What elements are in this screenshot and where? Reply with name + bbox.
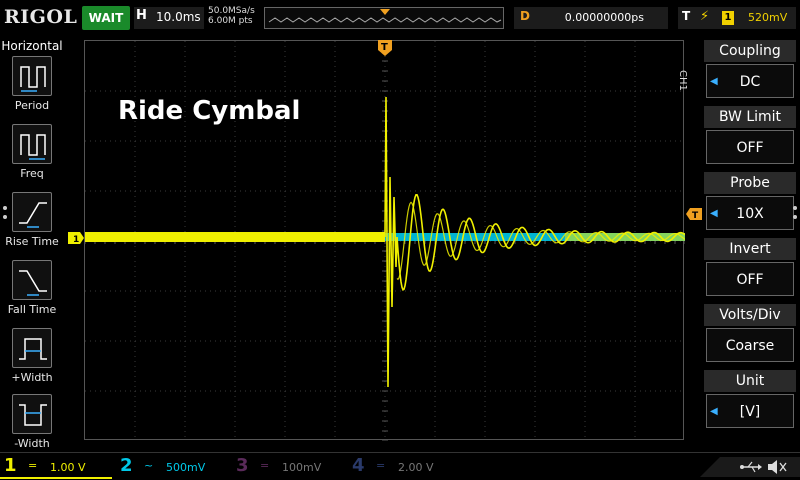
menu-unit-label: Unit [704, 370, 796, 392]
right-menu-page-dot [793, 206, 797, 210]
trigger-level-label: T [692, 211, 699, 220]
timeline-waveform [268, 9, 502, 23]
ch4-status[interactable]: 4 = 2.00 V [348, 455, 460, 479]
menu-volts-div[interactable]: Volts/Div Coarse [704, 304, 796, 366]
dc-coupling-icon: = [376, 459, 386, 472]
menu-probe-label: Probe [704, 172, 796, 194]
measure-freq-label: Freq [20, 167, 44, 180]
period-icon [12, 56, 52, 96]
rising-edge-icon: ⚡ [700, 9, 710, 24]
menu-coupling[interactable]: Coupling DC ◀ [704, 40, 796, 102]
channel-status-bar: 1 = 1.00 V 2 ~ 500mV 3 = 100mV 4 = 2.00 … [0, 452, 800, 480]
menu-invert[interactable]: Invert OFF [704, 238, 796, 300]
menu-arrow-icon: ◀ [710, 208, 718, 219]
left-menu-page-dot [3, 206, 7, 210]
positive-width-icon [12, 328, 52, 368]
sample-rate: 50.0MSa/s [208, 6, 255, 16]
menu-arrow-icon: ◀ [710, 76, 718, 87]
run-status-badge[interactable]: WAIT [82, 6, 130, 30]
menu-probe-value: 10X [706, 196, 794, 230]
menu-volts-div-value: Coarse [706, 328, 794, 362]
delay-box[interactable]: D 0.00000000ps [514, 7, 668, 29]
right-menu-page-dot [793, 215, 797, 219]
delay-value: 0.00000000ps [564, 11, 644, 24]
measure-positive-width[interactable]: +Width [0, 328, 64, 394]
ch1-baseline [85, 232, 385, 242]
ch3-status[interactable]: 3 = 100mV [232, 455, 344, 479]
channel-tag: CH1 [677, 70, 688, 91]
trigger-level-marker[interactable]: T [686, 208, 702, 220]
ch2-scale: 500mV [166, 461, 206, 474]
measure-negative-width[interactable]: -Width [0, 394, 64, 460]
trigger-level: 520mV [748, 11, 788, 24]
ch1-status[interactable]: 1 = 1.00 V [0, 455, 112, 479]
acquisition-info: 50.0MSa/s 6.00M pts [208, 6, 255, 26]
dc-coupling-icon: = [260, 459, 270, 472]
ch1-scale: 1.00 V [50, 461, 86, 474]
negative-width-icon [12, 394, 52, 434]
menu-invert-label: Invert [704, 238, 796, 260]
measure-rise-time-label: Rise Time [5, 235, 59, 248]
rigol-logo: RIGOL [4, 6, 78, 28]
menu-unit-value: [V] [706, 394, 794, 428]
menu-probe[interactable]: Probe 10X ◀ [704, 172, 796, 234]
ch1-offset-marker[interactable]: 1 [68, 232, 84, 244]
left-menu-title: Horizontal [1, 39, 63, 53]
measure-positive-width-label: +Width [11, 371, 53, 384]
memory-timeline-bar[interactable] [264, 7, 504, 29]
measure-negative-width-label: -Width [14, 437, 50, 450]
system-icons-area [700, 457, 800, 477]
menu-bw-limit-value: OFF [706, 130, 794, 164]
menu-volts-div-label: Volts/Div [704, 304, 796, 326]
trigger-box[interactable]: T ⚡ 1 520mV [678, 7, 796, 29]
ch1-number: 1 [4, 455, 17, 476]
ch1-marker-label: 1 [73, 235, 79, 244]
ac-coupling-icon: ~ [144, 459, 154, 472]
ch2-number: 2 [120, 455, 133, 476]
freq-icon [12, 124, 52, 164]
measure-freq[interactable]: Freq [0, 124, 64, 190]
measure-period[interactable]: Period [0, 56, 64, 122]
measure-rise-time[interactable]: Rise Time [0, 192, 64, 258]
overlay-title: Ride Cymbal [118, 96, 301, 126]
timebase-value: 10.0ms [156, 10, 201, 24]
top-status-bar: RIGOL WAIT H 10.0ms 50.0MSa/s 6.00M pts … [0, 0, 800, 38]
ch3-number: 3 [236, 455, 249, 476]
left-menu-page-dot [3, 215, 7, 219]
timeline-trigger-marker [380, 9, 390, 15]
menu-coupling-value: DC [706, 64, 794, 98]
memory-depth: 6.00M pts [208, 16, 253, 26]
dc-coupling-icon: = [28, 459, 38, 472]
timebase-box[interactable]: H 10.0ms [134, 7, 204, 29]
fall-time-icon [12, 260, 52, 300]
ch1-tail-band [565, 233, 685, 241]
menu-bw-limit[interactable]: BW Limit OFF [704, 106, 796, 168]
trigger-position-label: T [381, 42, 388, 53]
rise-time-icon [12, 192, 52, 232]
horizontal-measure-menu: Horizontal Period Freq Rise Time Fall Ti… [0, 38, 64, 454]
menu-arrow-icon: ◀ [710, 406, 718, 417]
trigger-letter: T [682, 9, 691, 23]
ch4-scale: 2.00 V [398, 461, 434, 474]
menu-invert-value: OFF [706, 262, 794, 296]
measure-fall-time-label: Fall Time [7, 303, 57, 316]
channel-menu: Coupling DC ◀ BW Limit OFF Probe 10X ◀ I… [704, 40, 796, 432]
horizontal-letter: H [136, 8, 147, 23]
menu-coupling-label: Coupling [704, 40, 796, 62]
delay-letter: D [520, 9, 530, 23]
trigger-position-marker[interactable]: T [378, 40, 392, 56]
trigger-channel: 1 [722, 11, 734, 25]
ch3-scale: 100mV [282, 461, 322, 474]
menu-unit[interactable]: Unit [V] ◀ [704, 370, 796, 432]
ch4-number: 4 [352, 455, 365, 476]
measure-period-label: Period [14, 99, 50, 112]
measure-fall-time[interactable]: Fall Time [0, 260, 64, 326]
menu-bw-limit-label: BW Limit [704, 106, 796, 128]
ch2-status[interactable]: 2 ~ 500mV [116, 455, 228, 479]
